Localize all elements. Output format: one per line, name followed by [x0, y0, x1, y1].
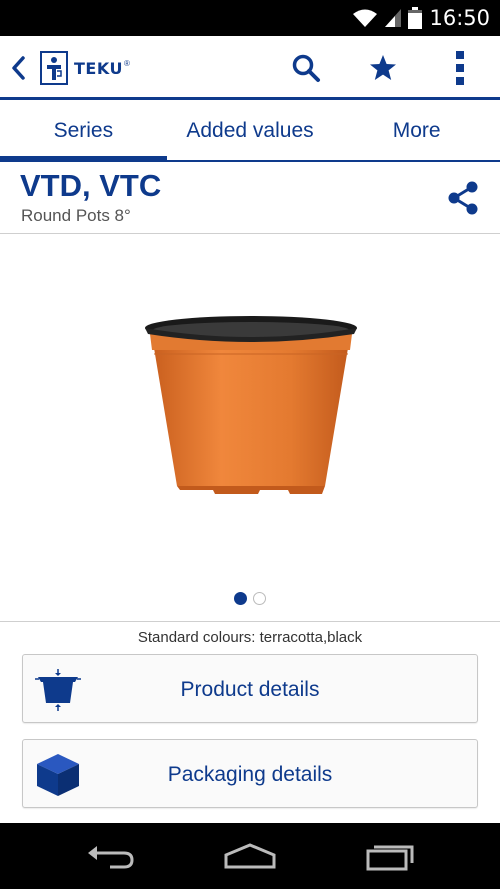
- nav-back-button[interactable]: [82, 841, 138, 871]
- status-bar: 16:50: [0, 0, 500, 36]
- share-button[interactable]: [446, 180, 480, 216]
- tab-label: Series: [53, 119, 114, 142]
- recent-apps-icon: [366, 845, 414, 871]
- product-details-label: Product details: [180, 678, 320, 701]
- search-button[interactable]: [288, 50, 324, 86]
- status-time: 16:50: [429, 6, 490, 30]
- pot-image: [145, 316, 357, 494]
- signal-icon: [385, 9, 401, 27]
- gallery-pagination: [0, 592, 500, 605]
- logo-emblem-icon: [40, 51, 68, 85]
- logo-text: TEKU: [74, 58, 123, 78]
- standard-colours-text: Standard colours: terracotta,black: [137, 629, 363, 646]
- back-arrow-icon: [88, 846, 134, 869]
- overflow-menu-button[interactable]: [442, 50, 478, 86]
- share-icon: [448, 181, 478, 215]
- nav-recent-apps-button[interactable]: [362, 841, 418, 871]
- pagination-dot[interactable]: [253, 592, 266, 605]
- more-vertical-icon: [456, 51, 464, 85]
- battery-icon: [408, 7, 422, 29]
- tab-bar: Series Added values More: [0, 100, 500, 162]
- star-icon: [370, 55, 396, 80]
- pagination-dot-active[interactable]: [234, 592, 247, 605]
- search-icon: [292, 54, 320, 82]
- home-icon: [224, 843, 276, 869]
- system-navigation-bar: [0, 823, 500, 889]
- back-button[interactable]: [6, 50, 30, 86]
- favorite-button[interactable]: [365, 50, 401, 86]
- product-header: VTD, VTC Round Pots 8°: [0, 162, 500, 234]
- packaging-details-label: Packaging details: [167, 763, 333, 786]
- tab-added-values[interactable]: Added values: [167, 100, 334, 160]
- chevron-left-icon: [12, 56, 25, 80]
- wifi-icon: [353, 9, 377, 27]
- logo-trademark: ®: [123, 58, 130, 68]
- product-image-gallery[interactable]: [0, 234, 500, 622]
- product-title: VTD, VTC: [20, 168, 162, 203]
- packaging-details-button[interactable]: Packaging details: [22, 739, 478, 808]
- tab-label: Added values: [186, 119, 314, 142]
- tab-series[interactable]: Series: [0, 100, 167, 162]
- nav-home-button[interactable]: [222, 841, 278, 871]
- product-details-button[interactable]: Product details: [22, 654, 478, 723]
- action-bar: TEKU ®: [0, 36, 500, 100]
- tab-label: More: [392, 119, 441, 142]
- tab-more[interactable]: More: [333, 100, 500, 160]
- teku-logo: TEKU ®: [40, 50, 130, 86]
- product-subtitle: Round Pots 8°: [21, 206, 131, 225]
- status-icons: [352, 6, 422, 30]
